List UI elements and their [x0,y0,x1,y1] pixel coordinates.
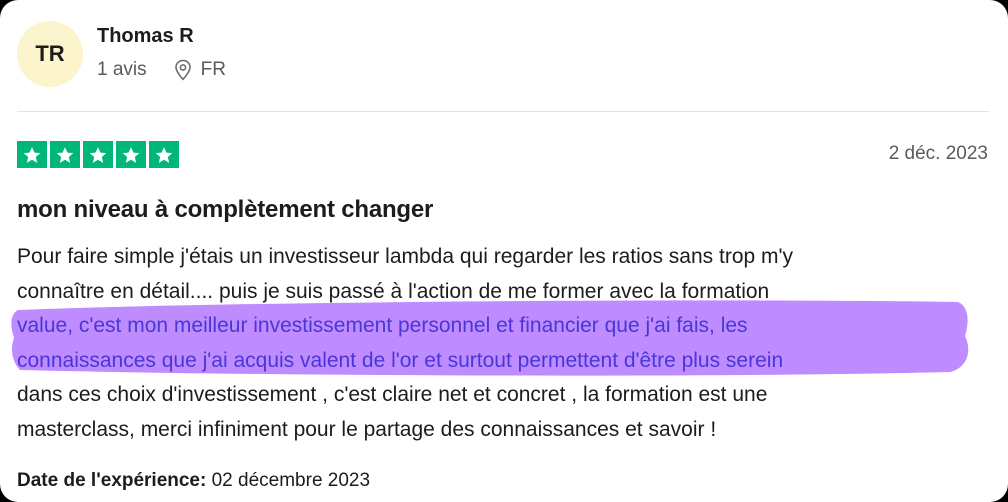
review-count: 1 avis [97,59,147,80]
reviewer-meta: 1 avis FR [97,59,226,81]
avatar[interactable]: TR [17,21,83,87]
review-body-line: Pour faire simple j'étais un investisseu… [17,245,794,268]
review-body-line: masterclass, merci infiniment pour le pa… [17,417,717,441]
experience-label: Date de l'expérience: [17,470,207,491]
star-rating [17,141,179,168]
experience-date: Date de l'expérience: 02 décembre 2023 [17,470,370,492]
star-icon [17,141,47,168]
review-body-line-highlighted: connaissances que j'ai acquis valent de … [17,348,784,372]
location-pin-icon [174,59,191,81]
review-body-line: dans ces choix d'investissement , c'est … [17,383,768,406]
star-icon [149,141,179,168]
star-icon [50,141,80,168]
review-body-line-highlighted: value, c'est mon meilleur investissement… [17,314,748,337]
review-date: 2 déc. 2023 [888,143,988,164]
experience-value: 02 décembre 2023 [211,470,371,491]
star-icon [83,141,113,168]
reviewer-name[interactable]: Thomas R [97,25,194,48]
star-icon [116,141,146,168]
review-body-line: connaître en détail.... puis je suis pas… [17,279,770,303]
review-title[interactable]: mon niveau à complètement changer [17,196,433,224]
review-body: Pour faire simple j'étais un investisseu… [17,240,992,447]
reviewer-country: FR [200,59,226,80]
divider [17,111,989,112]
review-card: TR Thomas R 1 avis FR 2 déc. 2023 mon ni… [0,0,1008,502]
